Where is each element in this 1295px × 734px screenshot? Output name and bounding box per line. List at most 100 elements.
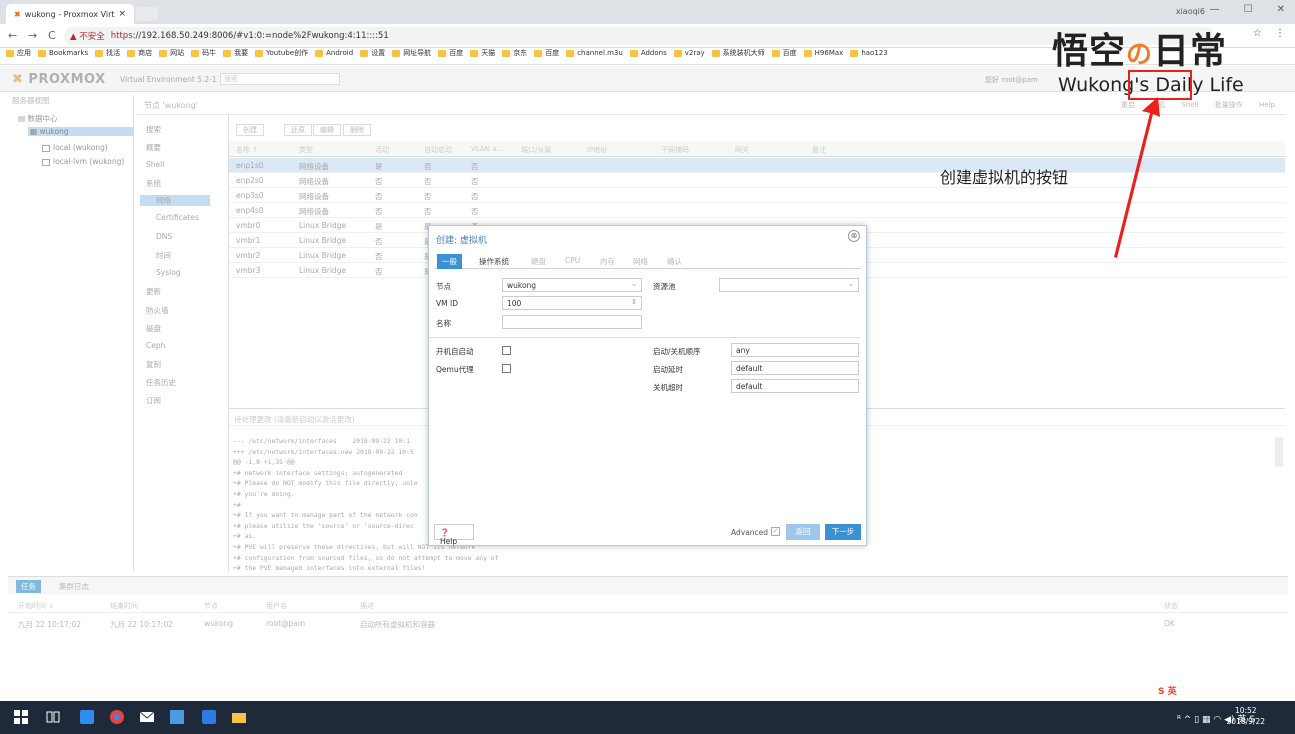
- clock[interactable]: 10:52 2018/9/22: [1227, 705, 1265, 727]
- vmid-input[interactable]: 100 ⇕: [502, 296, 642, 310]
- edit-button[interactable]: 编辑: [313, 124, 341, 136]
- tab-close-icon[interactable]: ×: [118, 9, 126, 19]
- folder-icon[interactable]: [232, 710, 246, 724]
- tree-node-wukong[interactable]: ▦ wukong: [28, 127, 133, 136]
- menu-replication[interactable]: 复制: [146, 359, 161, 370]
- pve-search-input[interactable]: 搜索: [220, 73, 340, 85]
- app-icon[interactable]: [170, 710, 184, 724]
- tree-datacenter[interactable]: ▤ 数据中心: [18, 113, 57, 124]
- col-type[interactable]: 类型: [299, 145, 313, 155]
- menu-time[interactable]: 时间: [156, 250, 171, 261]
- menu-subscription[interactable]: 订阅: [146, 395, 161, 406]
- bookmark-item[interactable]: 京东: [502, 48, 527, 58]
- col-gateway[interactable]: 网关: [735, 145, 749, 155]
- tab-cpu[interactable]: CPU: [560, 254, 585, 267]
- chrome-icon[interactable]: [110, 710, 124, 724]
- tree-storage-local-lvm[interactable]: local-lvm (wukong): [42, 157, 124, 166]
- tab-tasks[interactable]: 任务: [16, 580, 41, 593]
- menu-summary[interactable]: 概要: [146, 142, 161, 153]
- maximize-button[interactable]: ☐: [1244, 4, 1253, 15]
- log-col-desc[interactable]: 描述: [360, 601, 374, 611]
- bookmark-item[interactable]: 找活: [95, 48, 120, 58]
- security-warning[interactable]: ▲ 不安全: [70, 30, 105, 42]
- bookmark-item[interactable]: Addons: [629, 49, 667, 57]
- app-icon[interactable]: [80, 710, 94, 724]
- stepper-icon[interactable]: ⇕: [631, 298, 637, 306]
- bookmark-item[interactable]: 网址导航: [392, 48, 431, 58]
- menu-dns[interactable]: DNS: [156, 232, 172, 241]
- onboot-checkbox[interactable]: [502, 346, 511, 355]
- create-network-button[interactable]: 创建: [236, 124, 264, 136]
- bookmark-item[interactable]: 百度: [534, 48, 559, 58]
- tab-general[interactable]: 一般: [437, 254, 462, 269]
- bookmark-item[interactable]: Youtube创作: [255, 48, 308, 58]
- startup-delay-input[interactable]: default: [731, 361, 859, 375]
- col-ports[interactable]: 端口/从属: [521, 145, 551, 155]
- bookmark-item[interactable]: Bookmarks: [38, 49, 88, 57]
- col-active[interactable]: 活动: [375, 145, 389, 155]
- windows-start-icon[interactable]: [14, 710, 28, 724]
- dialog-help-button[interactable]: ❓ Help: [434, 524, 474, 546]
- forward-icon[interactable]: →: [28, 29, 40, 42]
- bookmark-item[interactable]: H96Max: [803, 49, 843, 57]
- bookmark-star-icon[interactable]: ☆: [1253, 28, 1262, 39]
- tab-disk[interactable]: 硬盘: [526, 254, 551, 269]
- order-input[interactable]: any: [731, 343, 859, 357]
- menu-firewall[interactable]: 防火墙: [146, 305, 169, 316]
- menu-certificates[interactable]: Certificates: [156, 213, 199, 222]
- menu-ceph[interactable]: Ceph: [146, 341, 165, 350]
- bookmark-item[interactable]: 系统装机大师: [711, 48, 765, 58]
- browser-tab[interactable]: ✖ wukong - Proxmox Virt ×: [6, 4, 134, 24]
- bookmark-item[interactable]: 网站: [159, 48, 184, 58]
- task-view-icon[interactable]: [46, 710, 60, 724]
- bookmark-item[interactable]: 百度: [438, 48, 463, 58]
- bookmark-item[interactable]: 我要: [223, 48, 248, 58]
- back-button[interactable]: 返回: [786, 524, 820, 540]
- new-tab-button[interactable]: [136, 7, 158, 21]
- log-col-status[interactable]: 状态: [1164, 601, 1178, 611]
- scrollbar-thumb[interactable]: [1275, 437, 1283, 467]
- menu-syslog[interactable]: Syslog: [156, 268, 181, 277]
- bookmark-item[interactable]: channel.m3u: [566, 49, 623, 57]
- log-col-end[interactable]: 结束时间: [110, 601, 138, 611]
- menu-task-history[interactable]: 任务历史: [146, 377, 176, 388]
- menu-network[interactable]: 网络: [140, 195, 210, 206]
- advanced-checkbox[interactable]: ✓: [771, 527, 780, 536]
- dialog-close-icon[interactable]: ⊗: [848, 230, 860, 242]
- bookmark-item[interactable]: v2ray: [673, 49, 705, 57]
- col-autostart[interactable]: 自动启动: [424, 145, 452, 155]
- col-vlan[interactable]: VLAN a...: [471, 145, 503, 153]
- menu-shell[interactable]: Shell: [146, 160, 164, 169]
- log-col-start[interactable]: 开始时间 ↓: [18, 601, 54, 611]
- menu-search[interactable]: 搜索: [146, 124, 161, 135]
- bookmark-item[interactable]: 设置: [360, 48, 385, 58]
- ime-toolbar[interactable]: S 英: [1158, 684, 1177, 697]
- address-bar[interactable]: ▲ 不安全 https ://192.168.50.249:8006/#v1:0…: [64, 27, 1214, 45]
- app-icon[interactable]: [202, 710, 216, 724]
- log-row[interactable]: 九月 22 10:17:02 九月 22 10:17:02 wukong roo…: [8, 617, 1288, 631]
- bookmark-item[interactable]: hao123: [850, 49, 888, 57]
- bookmark-item[interactable]: 百度: [771, 48, 797, 58]
- menu-system[interactable]: 系统: [146, 178, 161, 189]
- back-icon[interactable]: ←: [8, 29, 20, 42]
- reload-icon[interactable]: C: [48, 29, 60, 42]
- next-button[interactable]: 下一步: [825, 524, 861, 540]
- tab-memory[interactable]: 内存: [595, 254, 620, 269]
- pool-select[interactable]: ⌄: [719, 278, 859, 292]
- log-col-node[interactable]: 节点: [204, 601, 218, 611]
- remove-button[interactable]: 删除: [343, 124, 371, 136]
- tab-os[interactable]: 操作系统: [474, 254, 514, 269]
- tab-network[interactable]: 网络: [628, 254, 653, 269]
- tree-storage-local[interactable]: local (wukong): [42, 143, 108, 152]
- browser-menu-icon[interactable]: ⋮: [1275, 28, 1285, 39]
- qemu-agent-checkbox[interactable]: [502, 364, 511, 373]
- node-select[interactable]: wukong ⌄: [502, 278, 642, 292]
- close-window-button[interactable]: ✕: [1277, 4, 1285, 15]
- tab-confirm[interactable]: 确认: [662, 254, 687, 269]
- col-ip[interactable]: IP地址: [587, 145, 607, 155]
- bookmark-item[interactable]: 商店: [127, 48, 152, 58]
- bookmark-item[interactable]: 天猫: [470, 48, 495, 58]
- menu-disks[interactable]: 磁盘: [146, 323, 161, 334]
- col-name[interactable]: 名称 ↑: [236, 145, 258, 155]
- col-netmask[interactable]: 子网掩码: [661, 145, 689, 155]
